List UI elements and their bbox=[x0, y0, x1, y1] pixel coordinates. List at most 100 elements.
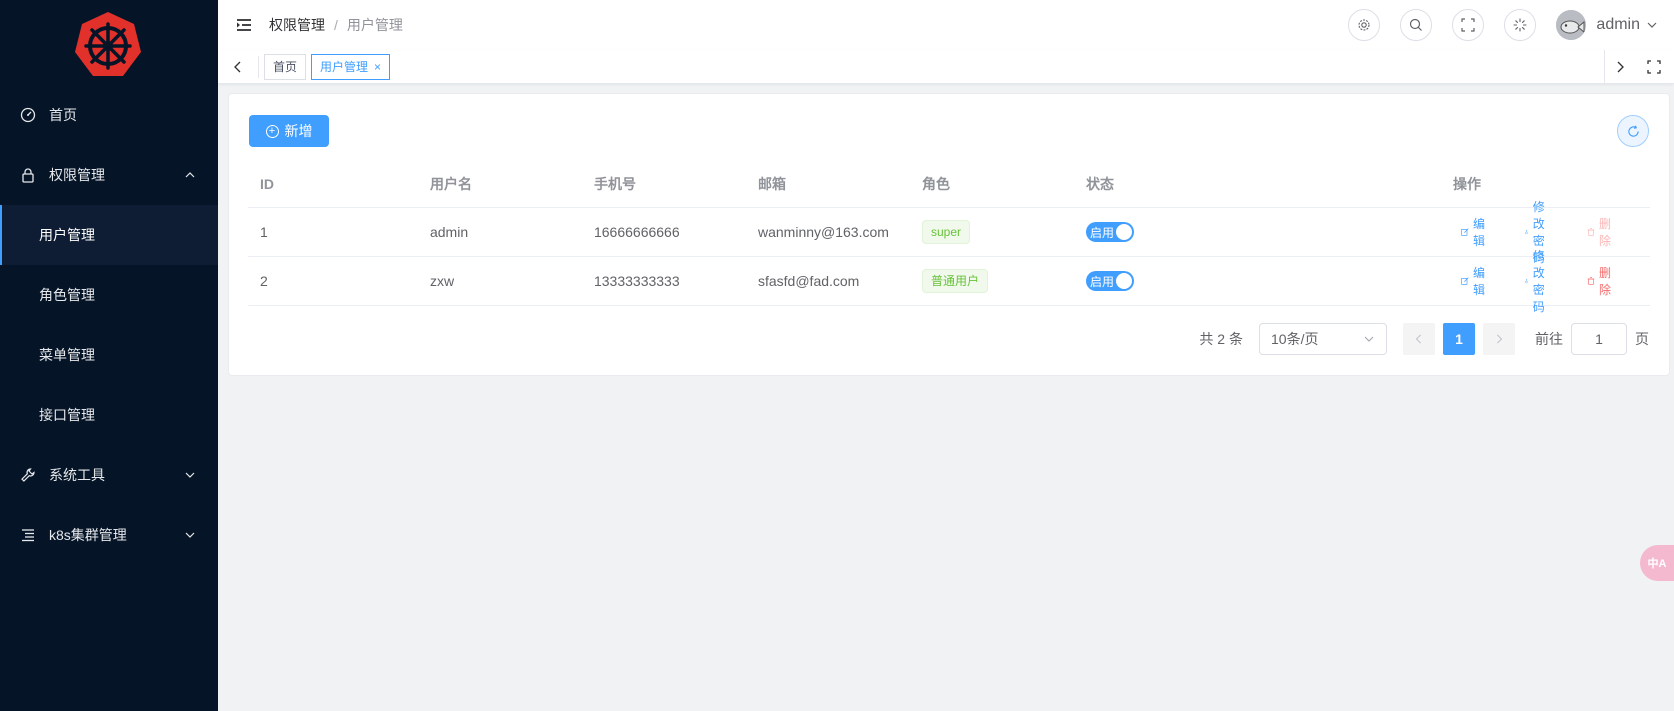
refresh-button[interactable] bbox=[1617, 115, 1649, 147]
fullscreen-icon bbox=[1461, 18, 1476, 32]
pagination: 共 2 条 10条/页 1 前往 1 页 bbox=[1199, 323, 1649, 355]
dashboard-icon bbox=[20, 107, 36, 123]
switch-label: 启用 bbox=[1089, 274, 1114, 289]
column-header-phone: 手机号 bbox=[594, 175, 636, 192]
sidebar-item-label: 权限管理 bbox=[49, 167, 105, 183]
top-header: 权限管理 / 用户管理 admin bbox=[218, 0, 1674, 50]
delete-label: 删除 bbox=[1599, 266, 1612, 297]
key-icon bbox=[1525, 279, 1528, 284]
theme-button[interactable] bbox=[1504, 9, 1537, 41]
page-number-button[interactable]: 1 bbox=[1443, 323, 1475, 355]
sidebar-item-k8s-cluster[interactable]: k8s集群管理 bbox=[0, 505, 218, 565]
avatar[interactable] bbox=[1556, 10, 1587, 40]
tab-user-management[interactable]: 用户管理 × bbox=[311, 53, 391, 80]
cell-email: sfasfd@fad.com bbox=[757, 273, 860, 289]
fullscreen-icon bbox=[1647, 60, 1661, 74]
cell-phone: 16666666666 bbox=[593, 224, 680, 240]
column-header-status: 状态 bbox=[1086, 175, 1114, 192]
collapse-menu-icon[interactable] bbox=[236, 17, 252, 33]
page-size-select[interactable]: 10条/页 bbox=[1259, 323, 1387, 355]
close-icon[interactable]: × bbox=[374, 60, 381, 74]
breadcrumb-item-permissions[interactable]: 权限管理 bbox=[269, 15, 325, 35]
fullscreen-button[interactable] bbox=[1452, 9, 1485, 41]
kubernetes-logo-icon[interactable] bbox=[72, 10, 144, 82]
goto-unit: 页 bbox=[1635, 331, 1649, 347]
table-row: 2 zxw 13333333333 sfasfd@fad.com 普通用户 启用 bbox=[248, 249, 1650, 314]
sidebar-item-user-management[interactable]: 用户管理 bbox=[0, 205, 218, 265]
switch-knob bbox=[1115, 273, 1132, 289]
status-switch[interactable]: 启用 bbox=[1085, 222, 1134, 242]
chevron-left-icon bbox=[234, 61, 241, 72]
sidebar-item-api-management[interactable]: 接口管理 bbox=[0, 385, 218, 445]
sidebar-item-label: 用户管理 bbox=[39, 227, 95, 243]
goto-label: 前往 bbox=[1535, 331, 1563, 347]
sidebar-item-label: 首页 bbox=[49, 107, 77, 123]
username[interactable]: admin bbox=[1596, 16, 1640, 34]
chevron-left-icon bbox=[1415, 334, 1422, 344]
tab-label: 用户管理 bbox=[320, 60, 369, 74]
sidebar-item-menu-management[interactable]: 菜单管理 bbox=[0, 325, 218, 385]
chevron-down-icon bbox=[185, 532, 195, 538]
goto-page: 前往 1 页 bbox=[1535, 323, 1649, 355]
prev-page-button[interactable] bbox=[1403, 323, 1435, 355]
app: 首页 权限管理 用户管理 角色管理 菜单管理 接口管理 系统工具 k8s集群管理… bbox=[0, 0, 1674, 711]
add-user-button[interactable]: + 新增 bbox=[249, 115, 329, 147]
list-icon bbox=[20, 527, 36, 543]
sidebar-item-role-management[interactable]: 角色管理 bbox=[0, 265, 218, 325]
sidebar-item-permissions[interactable]: 权限管理 bbox=[0, 145, 218, 205]
edit-button[interactable]: 编辑 bbox=[1461, 215, 1489, 249]
breadcrumb: 权限管理 / 用户管理 bbox=[269, 15, 403, 35]
switch-knob bbox=[1115, 224, 1132, 240]
edit-icon bbox=[1461, 228, 1469, 236]
gear-icon bbox=[1358, 19, 1370, 31]
key-icon bbox=[1525, 230, 1528, 235]
wrench-icon bbox=[20, 467, 36, 483]
edit-label: 编辑 bbox=[1472, 217, 1485, 248]
cell-id: 2 bbox=[260, 273, 268, 289]
chevron-down-icon bbox=[1364, 336, 1374, 342]
lock-icon bbox=[20, 167, 36, 183]
column-header-username: 用户名 bbox=[430, 175, 472, 192]
content-fullscreen-button[interactable] bbox=[1640, 50, 1668, 84]
tab-label: 首页 bbox=[273, 60, 298, 74]
delete-button[interactable]: 删除 bbox=[1587, 264, 1615, 298]
column-header-email: 邮箱 bbox=[758, 175, 786, 192]
tabs-scroll-left-button[interactable] bbox=[228, 50, 248, 84]
edit-button[interactable]: 编辑 bbox=[1461, 264, 1489, 298]
delete-button[interactable]: 删除 bbox=[1587, 215, 1615, 249]
divider bbox=[258, 55, 259, 78]
goto-page-input[interactable]: 1 bbox=[1571, 323, 1627, 355]
header-actions: admin bbox=[1348, 0, 1674, 50]
change-password-button[interactable]: 修改密码 bbox=[1524, 247, 1552, 315]
sidebar-item-system-tools[interactable]: 系统工具 bbox=[0, 445, 218, 505]
cell-phone: 13333333333 bbox=[593, 273, 680, 289]
user-table-card: + 新增 ID 用户名 手机号 邮箱 角色 状态 操作 1 admin 1666… bbox=[228, 93, 1670, 376]
trash-icon bbox=[1587, 277, 1595, 285]
chevron-down-icon[interactable] bbox=[1646, 19, 1658, 31]
sidebar-item-label: k8s集群管理 bbox=[49, 527, 127, 543]
status-switch[interactable]: 启用 bbox=[1085, 271, 1134, 291]
sidebar-item-label: 菜单管理 bbox=[39, 347, 95, 363]
translate-widget-button[interactable]: 中A bbox=[1640, 545, 1674, 581]
column-header-actions: 操作 bbox=[1453, 175, 1481, 192]
breadcrumb-item-users: 用户管理 bbox=[346, 17, 403, 33]
sidebar-item-label: 系统工具 bbox=[49, 467, 105, 483]
cell-actions: 编辑 修改密码 删除 bbox=[1244, 247, 1650, 315]
circle-plus-icon: + bbox=[265, 124, 279, 138]
pagination-total: 共 2 条 bbox=[1199, 331, 1243, 347]
tabs-scroll-right-button[interactable] bbox=[1604, 50, 1634, 84]
cell-username: zxw bbox=[429, 273, 455, 289]
fish-avatar-icon bbox=[1556, 10, 1587, 40]
cell-email: wanminny@163.com bbox=[757, 224, 889, 240]
user-table: ID 用户名 手机号 邮箱 角色 状态 操作 1 admin 166666666… bbox=[248, 160, 1650, 314]
sidebar-item-home[interactable]: 首页 bbox=[0, 85, 218, 145]
page-size-value: 10条/页 bbox=[1271, 331, 1319, 347]
sidebar-item-label: 接口管理 bbox=[39, 407, 95, 423]
search-button[interactable] bbox=[1400, 9, 1433, 41]
settings-button[interactable] bbox=[1348, 9, 1381, 41]
change-password-label: 修改密码 bbox=[1532, 249, 1545, 314]
trash-icon bbox=[1587, 228, 1595, 236]
next-page-button[interactable] bbox=[1483, 323, 1515, 355]
cell-status: 启用 bbox=[1074, 222, 1244, 242]
tab-home[interactable]: 首页 bbox=[264, 53, 307, 80]
